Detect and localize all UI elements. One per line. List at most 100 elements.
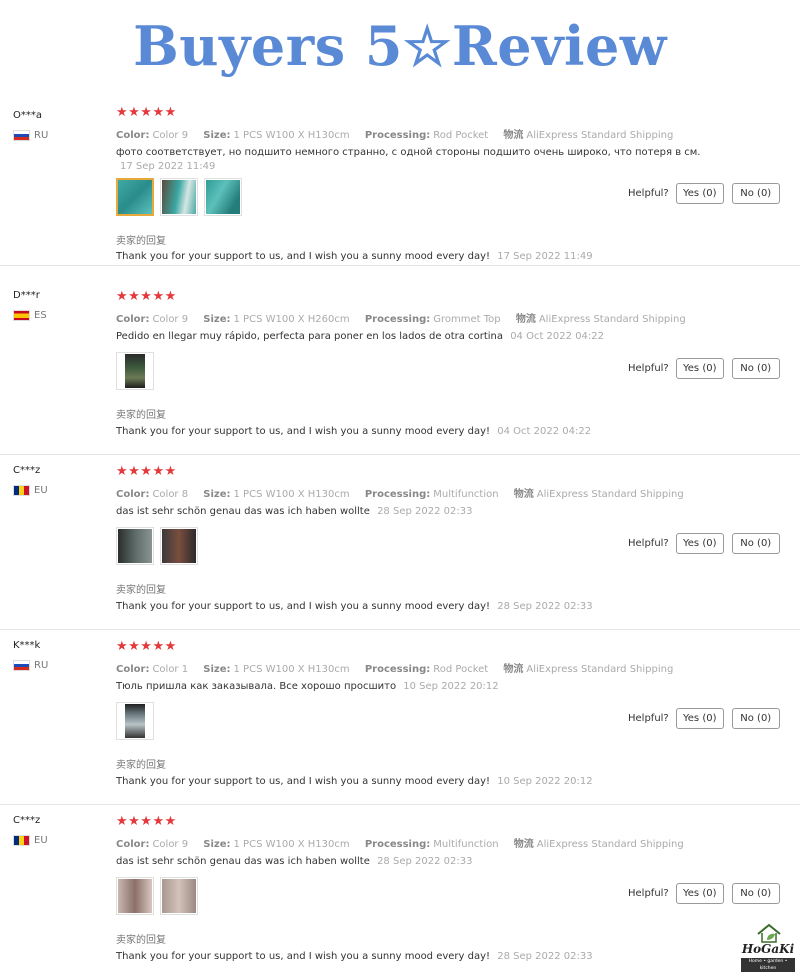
processing-label: Processing: (364, 314, 431, 325)
review-date: 04 Oct 2022 04:22 (510, 331, 605, 342)
helpful-yes-button[interactable]: Yes (0) (675, 533, 724, 554)
review-item: D***r ES ★★★★★ Color: Color 9 Size: 1 PCS … (0, 279, 800, 455)
review-photo-thumbnail[interactable] (160, 527, 198, 565)
order-details: Color: Color 9 Size: 1 PCS W100 X H130cm P… (116, 835, 696, 850)
review-photos (116, 702, 154, 740)
reviewer-country: EU (13, 485, 48, 496)
brand-tagline: Home • garden • kitchen (741, 958, 795, 972)
review-item: C***z EU ★★★★★ Color: Color 8 Size: 1 PCS … (0, 454, 800, 630)
size-label: Size: (203, 839, 231, 850)
shipping-value: AliExpress Standard Shipping (536, 839, 684, 850)
size-value: 1 PCS W100 X H130cm (233, 130, 350, 141)
helpful-vote: Helpful? Yes (0) No (0) (628, 358, 788, 379)
star-rating: ★★★★★ (116, 105, 177, 120)
helpful-yes-button[interactable]: Yes (0) (675, 183, 724, 204)
review-photos (116, 527, 198, 565)
review-body: Тюль пришла как заказывала. Все хорошо п… (116, 681, 397, 692)
helpful-no-button[interactable]: No (0) (731, 358, 780, 379)
size-label: Size: (203, 489, 231, 500)
helpful-label: Helpful? (628, 188, 669, 199)
helpful-yes-button[interactable]: Yes (0) (675, 358, 724, 379)
color-label: Color: (116, 664, 150, 675)
review-photo-thumbnail[interactable] (204, 178, 242, 216)
seller-reply-title: 卖家的回复 (116, 760, 166, 771)
helpful-vote: Helpful? Yes (0) No (0) (628, 183, 788, 204)
processing-value: Rod Pocket (433, 664, 489, 675)
review-text: Тюль пришла как заказывала. Все хорошо п… (116, 680, 716, 694)
review-photo-thumbnail[interactable] (116, 352, 154, 390)
helpful-label: Helpful? (628, 713, 669, 724)
seller-reply-text: Thank you for your support to us, and I … (116, 426, 491, 437)
color-value: Color 9 (152, 130, 189, 141)
reviewer-name: C***z (13, 815, 41, 826)
review-photo-thumbnail[interactable] (116, 527, 154, 565)
helpful-no-button[interactable]: No (0) (731, 708, 780, 729)
size-label: Size: (203, 130, 231, 141)
order-details: Color: Color 9 Size: 1 PCS W100 X H260cm P… (116, 310, 698, 325)
helpful-yes-button[interactable]: Yes (0) (675, 883, 724, 904)
review-photo-thumbnail[interactable] (116, 877, 154, 915)
order-details: Color: Color 9 Size: 1 PCS W100 X H130cm P… (116, 126, 685, 141)
seller-reply-text: Thank you for your support to us, and I … (116, 251, 491, 262)
review-date: 10 Sep 2022 20:12 (403, 681, 499, 692)
seller-reply-text: Thank you for your support to us, and I … (116, 776, 491, 787)
seller-reply-title: 卖家的回复 (116, 935, 166, 946)
helpful-no-button[interactable]: No (0) (731, 533, 780, 554)
shipping-label: 物流 (515, 314, 536, 325)
spain-flag-icon (13, 310, 30, 321)
country-code: RU (34, 660, 49, 671)
seller-reply-text: Thank you for your support to us, and I … (116, 951, 491, 962)
seller-reply-title: 卖家的回复 (116, 585, 166, 596)
helpful-no-button[interactable]: No (0) (731, 183, 780, 204)
review-photo-thumbnail[interactable] (116, 178, 154, 216)
review-photo-thumbnail[interactable] (160, 178, 198, 216)
review-photo-thumbnail[interactable] (160, 877, 198, 915)
size-label: Size: (203, 664, 231, 675)
reviewer-country: RU (13, 130, 48, 141)
country-code: ES (34, 310, 47, 321)
seller-reply: Thank you for your support to us, and I … (116, 251, 593, 262)
page-banner-title: Buyers 5☆Review (133, 14, 667, 78)
reviewer-name: K***k (13, 640, 41, 651)
color-label: Color: (116, 489, 150, 500)
helpful-vote: Helpful? Yes (0) No (0) (628, 533, 788, 554)
size-value: 1 PCS W100 X H130cm (233, 839, 350, 850)
helpful-label: Helpful? (628, 888, 669, 899)
shipping-value: AliExpress Standard Shipping (538, 314, 686, 325)
review-photos (116, 178, 242, 216)
color-value: Color 9 (152, 314, 189, 325)
shipping-label: 物流 (513, 839, 534, 850)
eu-flag-icon (13, 835, 30, 846)
review-body: фото соответствует, но подшито немного с… (116, 147, 701, 158)
review-text: das ist sehr schön genau das was ich hab… (116, 855, 716, 869)
helpful-no-button[interactable]: No (0) (731, 883, 780, 904)
country-code: EU (34, 835, 48, 846)
russia-flag-icon (13, 660, 30, 671)
review-date: 28 Sep 2022 02:33 (377, 506, 473, 517)
house-leaf-icon (757, 923, 781, 943)
order-details: Color: Color 1 Size: 1 PCS W100 X H130cm P… (116, 660, 685, 675)
reviewer-country: RU (13, 660, 48, 671)
shipping-value: AliExpress Standard Shipping (526, 130, 674, 141)
shipping-label: 物流 (513, 489, 534, 500)
star-rating: ★★★★★ (116, 464, 177, 479)
seller-reply: Thank you for your support to us, and I … (116, 951, 593, 962)
size-label: Size: (203, 314, 231, 325)
color-value: Color 9 (152, 839, 189, 850)
size-value: 1 PCS W100 X H260cm (233, 314, 350, 325)
color-label: Color: (116, 839, 150, 850)
reviewer-name: C***z (13, 465, 41, 476)
color-value: Color 8 (152, 489, 189, 500)
russia-flag-icon (13, 130, 30, 141)
color-value: Color 1 (152, 664, 189, 675)
helpful-label: Helpful? (628, 363, 669, 374)
reviewer-country: EU (13, 835, 48, 846)
review-body: das ist sehr schön genau das was ich hab… (116, 506, 370, 517)
star-rating: ★★★★★ (116, 814, 177, 829)
helpful-yes-button[interactable]: Yes (0) (675, 708, 724, 729)
processing-value: Multifunction (433, 489, 499, 500)
review-photos (116, 352, 154, 390)
review-photo-thumbnail[interactable] (116, 702, 154, 740)
eu-flag-icon (13, 485, 30, 496)
country-code: RU (34, 130, 49, 141)
